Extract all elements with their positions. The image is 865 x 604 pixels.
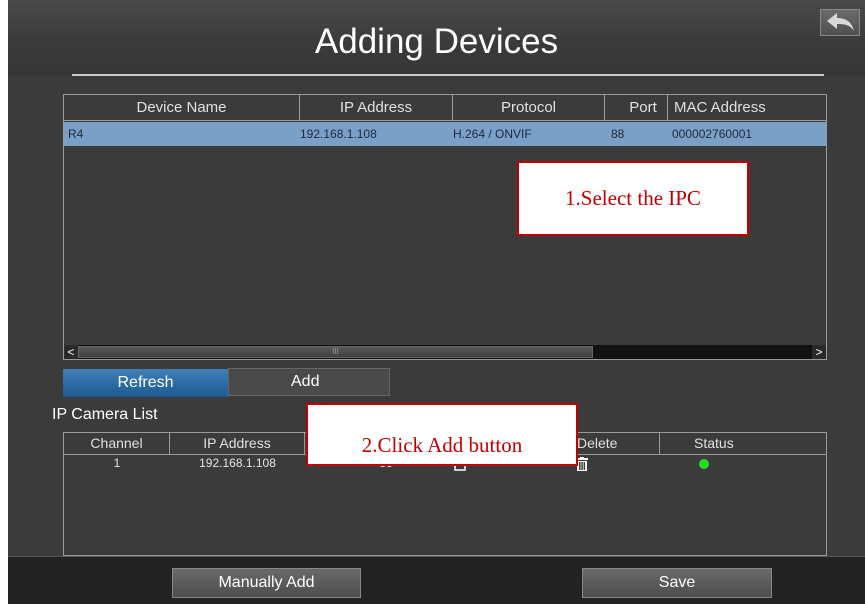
- cell-mac-address: 000002760001: [672, 127, 753, 141]
- cell-port: 88: [611, 127, 625, 141]
- cell-ip-address: 192.168.1.108: [300, 127, 377, 141]
- footer-bar: Manually Add Save: [8, 556, 865, 604]
- column-camera-ip: IP Address: [170, 433, 305, 454]
- back-arrow-icon[interactable]: [820, 9, 860, 36]
- column-ip-address[interactable]: IP Address: [300, 95, 453, 120]
- column-channel: Channel: [64, 433, 170, 454]
- page-title: Adding Devices: [314, 22, 559, 61]
- manually-add-button[interactable]: Manually Add: [172, 568, 361, 598]
- column-port[interactable]: Port: [605, 95, 668, 120]
- callout-click-add: 2.Click Add button: [306, 403, 578, 466]
- cell-camera-ip: 192.168.1.108: [199, 456, 276, 470]
- save-button[interactable]: Save: [582, 568, 772, 598]
- table-row[interactable]: R4 192.168.1.108 H.264 / ONVIF 88 000002…: [64, 122, 826, 146]
- add-button[interactable]: Add: [228, 368, 390, 396]
- callout-select-ipc: 1.Select the IPC: [517, 161, 749, 236]
- scroll-grip: III: [332, 347, 339, 356]
- scroll-right-icon[interactable]: >: [812, 345, 826, 359]
- header: Adding Devices: [8, 0, 865, 76]
- column-mac-address[interactable]: MAC Address: [668, 95, 826, 120]
- cell-device-name: R4: [68, 127, 84, 141]
- header-divider: [72, 74, 824, 76]
- column-device-name[interactable]: Device Name: [64, 95, 300, 120]
- column-protocol[interactable]: Protocol: [453, 95, 605, 120]
- horizontal-scrollbar[interactable]: < III >: [64, 345, 826, 359]
- status-indicator: [699, 459, 709, 469]
- refresh-button[interactable]: Refresh: [63, 369, 228, 397]
- ip-camera-list-title: IP Camera List: [52, 406, 158, 423]
- cell-protocol: H.264 / ONVIF: [453, 127, 532, 141]
- app-window: Adding Devices Device Name IP Address Pr…: [8, 0, 865, 604]
- column-status: Status: [694, 435, 734, 451]
- cell-channel: 1: [113, 456, 121, 470]
- device-table-header: Device Name IP Address Protocol Port MAC…: [64, 95, 826, 121]
- scroll-left-icon[interactable]: <: [64, 345, 78, 359]
- scrollbar-thumb[interactable]: III: [78, 346, 593, 358]
